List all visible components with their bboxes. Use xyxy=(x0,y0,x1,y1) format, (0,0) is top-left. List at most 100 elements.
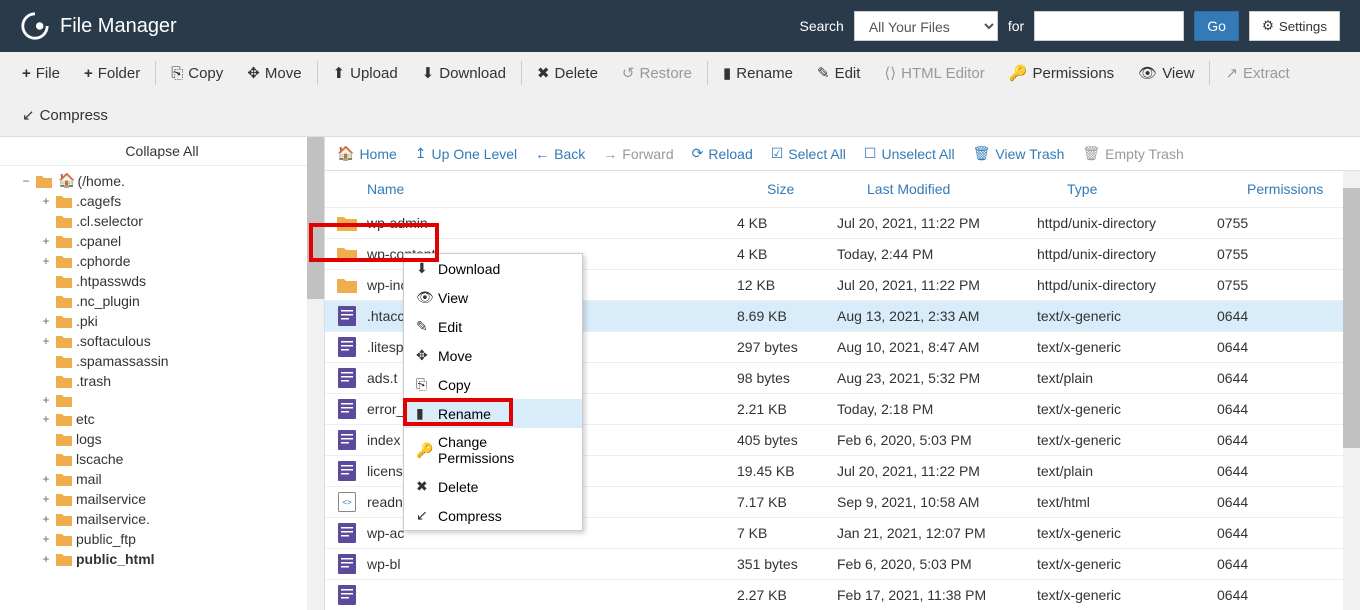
column-size[interactable]: Size xyxy=(767,181,867,197)
cm-compress[interactable]: ↙Compress xyxy=(404,501,582,530)
tree-item[interactable]: .spamassassin xyxy=(0,351,324,371)
copy-button[interactable]: ⎘Copy xyxy=(159,57,235,90)
expander-icon[interactable]: + xyxy=(40,254,52,268)
expander-icon[interactable]: + xyxy=(40,512,52,526)
file-name: wp-ac xyxy=(367,525,404,541)
empty-trash-button[interactable]: 🗑Empty Trash xyxy=(1082,145,1183,162)
tree-item[interactable]: +.pki xyxy=(0,311,324,331)
file-row[interactable]: wp-bl351 bytesFeb 6, 2020, 5:03 PMtext/x… xyxy=(325,549,1360,580)
pencil-icon: ✎ xyxy=(416,318,430,335)
file-row[interactable]: wp-admin4 KBJul 20, 2021, 11:22 PMhttpd/… xyxy=(325,208,1360,239)
download-button[interactable]: ⬇Download xyxy=(410,56,518,90)
file-modified: Feb 17, 2021, 11:38 PM xyxy=(837,587,1037,603)
upload-button[interactable]: ⬆Upload xyxy=(321,56,410,90)
go-button[interactable]: Go xyxy=(1194,11,1239,41)
tree-item[interactable]: +.cpanel xyxy=(0,231,324,251)
tree-item[interactable]: .cl.selector xyxy=(0,211,324,231)
tree-item[interactable]: +.cagefs xyxy=(0,191,324,211)
expander-icon[interactable]: + xyxy=(40,412,52,426)
cm-delete[interactable]: ✖Delete xyxy=(404,472,582,501)
file-permissions: 0644 xyxy=(1217,401,1297,417)
cm-copy[interactable]: ⎘Copy xyxy=(404,370,582,399)
rename-button[interactable]: ▮Rename xyxy=(711,56,805,90)
tree-item[interactable]: .htpasswds xyxy=(0,271,324,291)
extract-button[interactable]: ↗Extract xyxy=(1213,56,1301,90)
expander-icon[interactable]: + xyxy=(40,314,52,328)
expander-icon[interactable]: + xyxy=(40,334,52,348)
doc-icon xyxy=(337,461,357,481)
column-permissions[interactable]: Permissions xyxy=(1247,181,1327,197)
permissions-button[interactable]: 🔑Permissions xyxy=(997,56,1126,90)
file-permissions: 0644 xyxy=(1217,308,1297,324)
file-scrollbar[interactable] xyxy=(1343,171,1360,610)
home-icon: 🏠 xyxy=(58,172,75,189)
tree-item[interactable]: .trash xyxy=(0,371,324,391)
cm-rename[interactable]: ▮Rename xyxy=(404,399,582,428)
expander-icon[interactable]: + xyxy=(40,532,52,546)
tree-label: mailservice. xyxy=(76,511,150,527)
view-button[interactable]: 👁View xyxy=(1126,56,1206,90)
file-name: .litesp xyxy=(367,339,404,355)
reload-button[interactable]: ⟳Reload xyxy=(692,145,753,162)
file-row[interactable]: 2.27 KBFeb 17, 2021, 11:38 PMtext/x-gene… xyxy=(325,580,1360,610)
tree-item[interactable]: +public_ftp xyxy=(0,529,324,549)
tree-item[interactable]: + mailservice. xyxy=(0,509,324,529)
expander-icon[interactable]: + xyxy=(40,194,52,208)
new-folder-button[interactable]: +Folder xyxy=(72,57,152,90)
select-all-button[interactable]: ☑Select All xyxy=(771,145,846,162)
tree-item[interactable]: + xyxy=(0,391,324,409)
key-icon: 🔑 xyxy=(416,442,430,459)
expander-icon[interactable]: + xyxy=(40,393,52,407)
tree-item[interactable]: +mail xyxy=(0,469,324,489)
cm-view[interactable]: 👁View xyxy=(404,283,582,312)
column-modified[interactable]: Last Modified xyxy=(867,181,1067,197)
collapse-all-button[interactable]: Collapse All xyxy=(0,137,324,166)
sidebar-scrollbar[interactable] xyxy=(307,137,324,610)
cm-download[interactable]: ⬇Download xyxy=(404,254,582,283)
unselect-all-button[interactable]: ☐Unselect All xyxy=(864,145,955,162)
back-button[interactable]: ←Back xyxy=(535,146,585,162)
edit-button[interactable]: ✎Edit xyxy=(805,56,872,90)
tree-item[interactable]: +.cphorde xyxy=(0,251,324,271)
up-one-level-button[interactable]: ↥Up One Level xyxy=(415,145,517,162)
table-header-row: Name Size Last Modified Type Permissions xyxy=(325,171,1360,208)
restore-button[interactable]: ↺Restore xyxy=(610,56,704,90)
header-bar: File Manager Search All Your Files for G… xyxy=(0,0,1360,52)
file-permissions: 0644 xyxy=(1217,525,1297,541)
expander-icon[interactable]: + xyxy=(40,552,52,566)
column-name[interactable]: Name xyxy=(337,181,767,197)
doc-icon xyxy=(337,430,357,450)
file-name: index xyxy=(367,432,400,448)
tree-item[interactable]: logs xyxy=(0,429,324,449)
tree-item[interactable]: +.softaculous xyxy=(0,331,324,351)
tree-item[interactable]: +etc xyxy=(0,409,324,429)
tree-item[interactable]: lscache xyxy=(0,449,324,469)
expander-icon[interactable]: + xyxy=(40,492,52,506)
doc-icon xyxy=(337,337,357,357)
delete-button[interactable]: ✖Delete xyxy=(525,56,610,90)
settings-button[interactable]: ⚙ Settings xyxy=(1249,11,1340,41)
compress-button[interactable]: ↙Compress xyxy=(10,98,120,132)
tree-root[interactable]: − 🏠 (/home. xyxy=(0,170,324,191)
cpanel-icon xyxy=(20,11,50,41)
column-type[interactable]: Type xyxy=(1067,181,1247,197)
tree-item[interactable]: +public_html xyxy=(0,549,324,569)
cm-change-permissions[interactable]: 🔑Change Permissions xyxy=(404,428,582,472)
home-button[interactable]: 🏠Home xyxy=(337,145,397,162)
html-editor-button[interactable]: ⟨⟩HTML Editor xyxy=(872,56,996,90)
expander-icon[interactable]: + xyxy=(40,472,52,486)
move-button[interactable]: ✥Move xyxy=(235,56,313,90)
expander-icon[interactable]: + xyxy=(40,234,52,248)
new-file-button[interactable]: +File xyxy=(10,57,72,90)
eye-icon: 👁 xyxy=(416,289,430,306)
tree-item[interactable]: +mailservice xyxy=(0,489,324,509)
tree-item[interactable]: .nc_plugin xyxy=(0,291,324,311)
file-modified: Jul 20, 2021, 11:22 PM xyxy=(837,215,1037,231)
forward-button[interactable]: →Forward xyxy=(603,146,673,162)
view-trash-button[interactable]: 🗑View Trash xyxy=(973,145,1065,162)
search-scope-select[interactable]: All Your Files xyxy=(854,11,998,41)
cm-move[interactable]: ✥Move xyxy=(404,341,582,370)
eye-icon: 👁 xyxy=(1138,64,1157,82)
cm-edit[interactable]: ✎Edit xyxy=(404,312,582,341)
search-input[interactable] xyxy=(1034,11,1184,41)
